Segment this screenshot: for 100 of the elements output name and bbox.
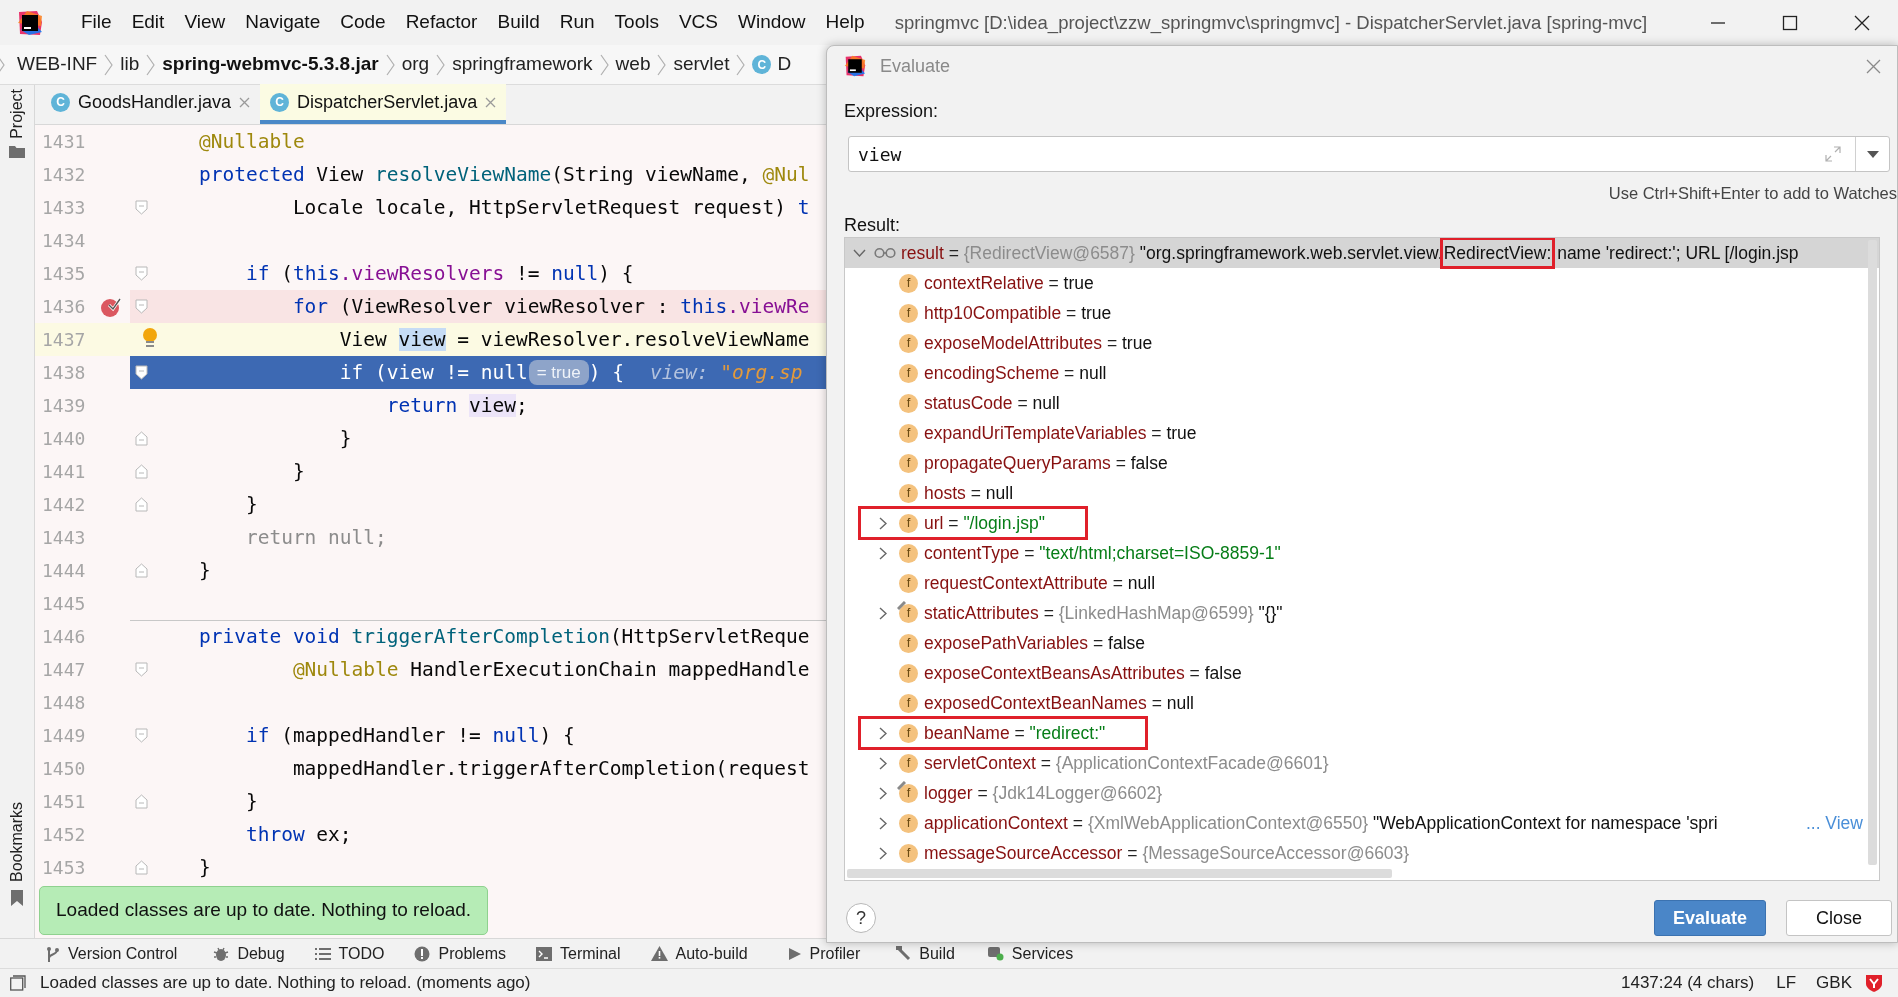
folder-icon[interactable] — [9, 144, 25, 158]
menu-item[interactable]: Navigate — [237, 6, 329, 39]
tool-window-button[interactable]: Services — [986, 941, 1074, 966]
line-number: 1433 — [41, 196, 87, 220]
tree-row[interactable]: f contextRelative = true — [845, 268, 1879, 298]
menu-item[interactable]: Run — [551, 6, 603, 39]
field-icon: f — [899, 633, 918, 653]
tree-node-text: exposeContextBeansAsAttributes = false — [924, 661, 1242, 685]
tool-window-button[interactable]: Terminal — [536, 941, 621, 966]
breadcrumb-item[interactable]: servlet — [673, 50, 730, 79]
fold-marker-icon[interactable] — [134, 464, 148, 479]
tree-row[interactable]: f logger = {Jdk14Logger@6602} — [845, 778, 1879, 808]
tree-row[interactable]: f exposedContextBeanNames = null — [845, 688, 1879, 718]
breadcrumb-item[interactable]: org — [401, 50, 430, 79]
tool-window-button[interactable]: Problems — [414, 941, 507, 966]
breadcrumb-item[interactable]: web — [615, 50, 651, 79]
tree-row[interactable]: f servletContext = {ApplicationContextFacade@6601} — [845, 748, 1879, 778]
fold-marker-icon[interactable] — [134, 365, 148, 380]
horizontal-scrollbar[interactable] — [847, 869, 1392, 878]
close-dialog-button[interactable]: Close — [1786, 900, 1892, 936]
field-icon: f — [899, 663, 918, 683]
code-line: @Nullable HandlerExecutionChain mappedHandle — [291, 656, 810, 683]
menu-item[interactable]: Window — [730, 6, 814, 39]
fold-marker-icon[interactable] — [134, 431, 148, 446]
menu-item[interactable]: Code — [332, 6, 394, 39]
line-number: 1437 — [41, 328, 87, 352]
fold-marker-icon[interactable] — [134, 497, 148, 512]
tree-row[interactable]: f staticAttributes = {LinkedHashMap@6599} "{}" — [845, 598, 1879, 628]
tool-window-button[interactable]: Profiler — [787, 941, 861, 966]
app-logo-icon — [17, 9, 43, 36]
tool-window-button[interactable]: Debug — [213, 941, 285, 966]
close-icon[interactable] — [485, 96, 497, 108]
tree-row[interactable]: f http10Compatible = true — [845, 298, 1879, 328]
menu-item[interactable]: Build — [489, 6, 548, 39]
tool-window-button[interactable]: Auto-build — [650, 941, 748, 966]
editor-tab[interactable]: C GoodsHandler.java — [41, 84, 261, 124]
evaluate-button[interactable]: Evaluate — [1654, 900, 1766, 936]
menu-item[interactable]: Edit — [123, 6, 173, 39]
close-icon[interactable] — [239, 96, 251, 108]
tree-row[interactable]: f exposePathVariables = false — [845, 628, 1879, 658]
chevron-icon — [657, 53, 667, 76]
tool-window-button[interactable]: TODO — [314, 941, 385, 966]
fold-marker-icon[interactable] — [134, 200, 148, 215]
bookmark-icon[interactable] — [10, 890, 24, 906]
tree-row[interactable]: f messageSourceAccessor = {MessageSourceAccessor@6603} — [845, 838, 1879, 868]
tree-row[interactable]: f expandUriTemplateVariables = true — [845, 418, 1879, 448]
menu-item[interactable]: Help — [817, 6, 873, 39]
tree-node-text: logger = {Jdk14Logger@6602} — [924, 781, 1163, 805]
fold-marker-icon[interactable] — [134, 299, 148, 314]
fold-marker-icon[interactable] — [134, 860, 148, 875]
breadcrumb-item[interactable]: lib — [120, 50, 140, 79]
help-button[interactable]: ? — [846, 903, 876, 933]
tree-row[interactable]: f exposeModelAttributes = true — [845, 328, 1879, 358]
code-line: for (ViewResolver viewResolver : this.viewRe — [291, 293, 810, 320]
tree-node-text: url = "/login.jsp" — [924, 511, 1045, 535]
expand-icon[interactable] — [1825, 146, 1841, 162]
vertical-scrollbar[interactable] — [1868, 240, 1877, 865]
tool-windows-toggle-icon[interactable] — [10, 975, 26, 991]
tree-row[interactable]: f contentType = "text/html;charset=ISO-8859-1" — [845, 538, 1879, 568]
breadcrumb-item[interactable]: spring-webmvc-5.3.8.jar — [162, 50, 379, 79]
tree-row[interactable]: f propagateQueryParams = false — [845, 448, 1879, 478]
tool-window-button[interactable]: Version Control — [46, 941, 178, 966]
breadcrumb-item[interactable]: WEB-INF — [17, 50, 98, 79]
menu-item[interactable]: VCS — [670, 6, 726, 39]
line-number: 1441 — [41, 460, 87, 484]
tree-row[interactable]: f encodingScheme = null — [845, 358, 1879, 388]
fold-marker-icon[interactable] — [134, 563, 148, 578]
project-tab[interactable]: Project — [5, 89, 29, 139]
line-separator[interactable]: LF — [1776, 970, 1797, 996]
tree-row[interactable]: f url = "/login.jsp" — [845, 508, 1879, 538]
menu-item[interactable]: View — [176, 6, 234, 39]
tree-node-text: contextRelative = true — [924, 271, 1094, 295]
field-icon: f — [899, 753, 918, 773]
fold-marker-icon[interactable] — [134, 266, 148, 281]
bookmarks-tab[interactable]: Bookmarks — [5, 801, 29, 882]
menu-item[interactable]: Tools — [606, 6, 667, 39]
expression-field[interactable]: view — [848, 136, 1890, 172]
breadcrumb-item[interactable]: D — [777, 50, 792, 79]
fold-marker-icon[interactable] — [134, 728, 148, 743]
tree-row[interactable]: f applicationContext = {XmlWebApplicationContext@6550} "WebApplicationContext for namespace 'spri ... View — [845, 808, 1879, 838]
fold-marker-icon[interactable] — [134, 662, 148, 677]
tree-row[interactable]: f beanName = "redirect:" — [845, 718, 1879, 748]
menu-item[interactable]: Refactor — [397, 6, 486, 39]
tree-row[interactable]: f hosts = null — [845, 478, 1879, 508]
tree-row[interactable]: f statusCode = null — [845, 388, 1879, 418]
file-encoding[interactable]: GBK — [1816, 970, 1852, 996]
menu-item[interactable]: File — [73, 6, 120, 39]
tree-node-text: encodingScheme = null — [924, 361, 1107, 385]
class-icon: C — [752, 55, 772, 74]
tree-row[interactable]: result = {RedirectView@6587} "org.springframework.web.servlet.view.RedirectView: name 'redirect:'; URL [/login.jsp — [845, 238, 1879, 268]
tool-window-button[interactable]: Build — [896, 941, 955, 966]
caret-position[interactable]: 1437:24 (4 chars) — [1621, 970, 1755, 996]
fold-marker-icon[interactable] — [134, 794, 148, 809]
editor-tab[interactable]: C DispatcherServlet.java — [260, 84, 507, 124]
tree-row[interactable]: f exposeContextBeansAsAttributes = false — [845, 658, 1879, 688]
breadcrumb-item[interactable]: springframework — [452, 50, 593, 79]
plugin-icon[interactable] — [1864, 973, 1884, 993]
tree-row[interactable]: f requestContextAttribute = null — [845, 568, 1879, 598]
code-line: return view; — [385, 392, 528, 419]
field-icon: f — [899, 783, 918, 803]
